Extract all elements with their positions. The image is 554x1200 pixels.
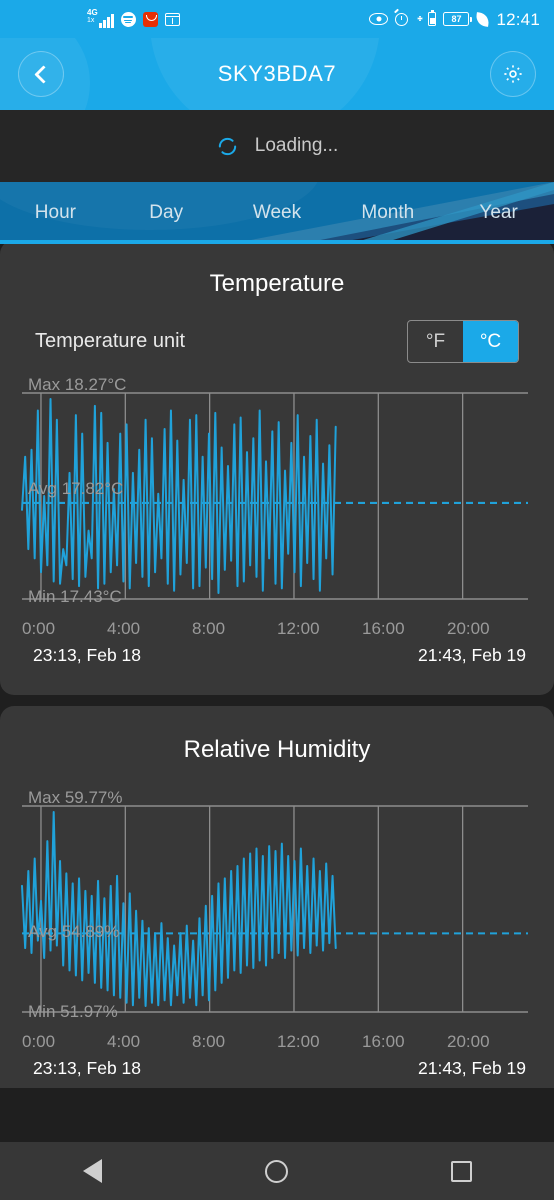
tab-day[interactable]: Day [111, 202, 222, 224]
tab-month[interactable]: Month [332, 202, 443, 224]
status-bar-left-icons: 4G 1x [88, 10, 180, 28]
battery-percent-label: 87 [451, 15, 461, 24]
app-header: SKY3BDA7 [0, 38, 554, 110]
eco-leaf-icon [476, 12, 491, 27]
humidity-xtick-0: 0:00 [22, 1032, 107, 1052]
temperature-unit-label: Temperature unit [35, 330, 185, 353]
humidity-card-title: Relative Humidity [0, 706, 554, 764]
network-sub-label: 1x [87, 17, 94, 24]
status-bar-clock: 12:41 [496, 11, 540, 28]
status-bar: 4G 1x ᛭ 87 12:41 [0, 0, 554, 38]
temperature-chart-svg [0, 377, 554, 617]
nav-recents-icon [451, 1161, 472, 1182]
tab-week[interactable]: Week [222, 202, 333, 224]
nav-recents-button[interactable] [402, 1142, 522, 1200]
nav-back-button[interactable] [32, 1142, 152, 1200]
tab-hour[interactable]: Hour [0, 202, 111, 224]
temperature-xtick-0: 0:00 [22, 619, 107, 639]
temperature-card-title: Temperature [0, 240, 554, 298]
humidity-range-start: 23:13, Feb 18 [33, 1058, 141, 1079]
temperature-range-start: 23:13, Feb 18 [33, 645, 141, 666]
alarm-clock-icon [395, 13, 408, 26]
nav-home-icon [265, 1160, 288, 1183]
battery-icon: 87 [443, 12, 469, 26]
nav-home-button[interactable] [217, 1142, 337, 1200]
temperature-xtick-1: 4:00 [107, 619, 192, 639]
period-tab-bar: Hour Day Week Month Year [0, 182, 554, 244]
back-chevron-icon [34, 65, 52, 83]
temperature-date-range: 23:13, Feb 18 21:43, Feb 19 [0, 639, 554, 666]
split-screen-icon [165, 13, 180, 26]
tab-year[interactable]: Year [443, 202, 554, 224]
temperature-xtick-4: 16:00 [362, 619, 447, 639]
loading-strip: Loading... [0, 110, 554, 182]
humidity-range-end: 21:43, Feb 19 [418, 1058, 526, 1079]
temperature-xtick-2: 8:00 [192, 619, 277, 639]
settings-button[interactable] [490, 51, 536, 97]
temperature-x-axis: 0:00 4:00 8:00 12:00 16:00 20:00 [0, 619, 554, 639]
temperature-xtick-3: 12:00 [277, 619, 362, 639]
bluetooth-battery-icon [428, 12, 436, 26]
status-bar-right-icons: ᛭ 87 12:41 [369, 11, 540, 28]
bluetooth-icon: ᛭ [415, 12, 424, 27]
humidity-xtick-3: 12:00 [277, 1032, 362, 1052]
temperature-card: Temperature Temperature unit °F °C Max 1… [0, 240, 554, 695]
humidity-card: Relative Humidity Max 59.77% Avg 54.89% … [0, 706, 554, 1088]
spotify-icon [121, 12, 136, 27]
nav-back-icon [83, 1159, 102, 1183]
humidity-chart[interactable]: Max 59.77% Avg 54.89% Min 51.97% [0, 790, 554, 1030]
humidity-date-range: 23:13, Feb 18 21:43, Feb 19 [0, 1052, 554, 1079]
humidity-x-axis: 0:00 4:00 8:00 12:00 16:00 20:00 [0, 1032, 554, 1052]
humidity-chart-svg [0, 790, 554, 1030]
gear-icon [502, 63, 524, 85]
refresh-spinner-icon [216, 135, 239, 158]
humidity-xtick-4: 16:00 [362, 1032, 447, 1052]
signal-bars-icon [99, 14, 114, 28]
page-title: SKY3BDA7 [218, 61, 337, 87]
loading-label: Loading... [255, 135, 338, 157]
back-button[interactable] [18, 51, 64, 97]
tab-list: Hour Day Week Month Year [0, 182, 554, 244]
humidity-xtick-2: 8:00 [192, 1032, 277, 1052]
unit-option-celsius[interactable]: °C [463, 321, 518, 362]
temperature-range-end: 21:43, Feb 19 [418, 645, 526, 666]
temperature-unit-toggle[interactable]: °F °C [407, 320, 519, 363]
temperature-unit-row: Temperature unit °F °C [0, 298, 554, 363]
humidity-xtick-1: 4:00 [107, 1032, 192, 1052]
network-type-label: 4G [87, 9, 98, 17]
temperature-xtick-5: 20:00 [447, 619, 532, 639]
signal-4g-icon: 4G 1x [88, 10, 114, 28]
aliexpress-icon [143, 12, 158, 27]
temperature-chart[interactable]: Max 18.27°C Avg 17.82°C Min 17.43°C [0, 377, 554, 617]
unit-option-fahrenheit[interactable]: °F [408, 321, 463, 362]
eye-icon [369, 13, 388, 25]
android-nav-bar [0, 1142, 554, 1200]
humidity-xtick-5: 20:00 [447, 1032, 532, 1052]
